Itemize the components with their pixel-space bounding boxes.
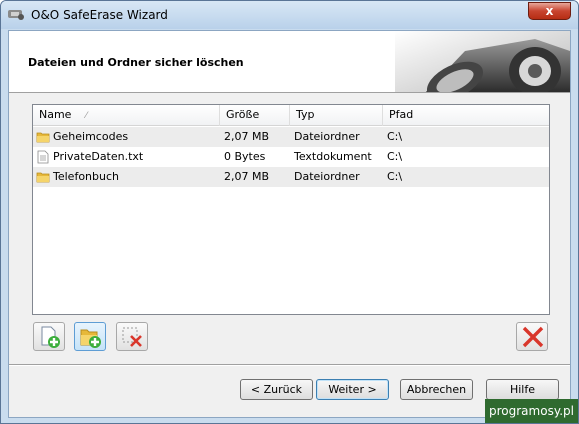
sort-arrow-icon: ⁄: [85, 111, 87, 121]
watermark-badge: programosy.pl: [485, 399, 578, 423]
wizard-body: Dateien und Ordner sicher löschen Name ⁄…: [8, 30, 571, 418]
clear-all-button[interactable]: [516, 322, 548, 351]
add-file-icon: [41, 326, 60, 348]
table-row[interactable]: PrivateDaten.txt 0 Bytes Textdokument C:…: [33, 147, 549, 167]
file-list[interactable]: Name ⁄ Größe Typ Pfad Geheimcodes 2,07 M…: [32, 104, 550, 315]
help-button[interactable]: Hilfe: [486, 379, 559, 400]
table-row[interactable]: Telefonbuch 2,07 MB Dateiordner C:\: [33, 167, 549, 187]
text-file-icon: [37, 150, 49, 164]
column-header-name[interactable]: Name ⁄: [33, 105, 220, 126]
column-header-size[interactable]: Größe: [220, 105, 290, 126]
close-button[interactable]: x: [528, 2, 571, 20]
title-bar[interactable]: O&O SafeErase Wizard x: [1, 1, 578, 29]
app-shredder-icon: [8, 10, 24, 20]
column-header-path[interactable]: Pfad: [383, 105, 549, 126]
add-folder-button[interactable]: [74, 322, 106, 351]
list-header: Name ⁄ Größe Typ Pfad: [33, 105, 549, 126]
back-button[interactable]: < Zurück: [240, 379, 313, 400]
column-header-type[interactable]: Typ: [290, 105, 383, 126]
folder-icon: [36, 132, 50, 143]
shredder-graphic-icon: [395, 31, 570, 92]
wizard-window: O&O SafeErase Wizard x Dateien und Ordne…: [0, 0, 579, 424]
divider: [9, 364, 570, 366]
remove-item-button[interactable]: [116, 322, 148, 351]
remove-item-icon: [122, 327, 142, 347]
next-button[interactable]: Weiter >: [316, 379, 389, 400]
add-file-button[interactable]: [33, 322, 65, 351]
cancel-button[interactable]: Abbrechen: [400, 379, 473, 400]
window-title: O&O SafeErase Wizard: [31, 8, 168, 22]
wizard-header: Dateien und Ordner sicher löschen: [9, 31, 570, 93]
table-row[interactable]: Geheimcodes 2,07 MB Dateiordner C:\: [33, 127, 549, 147]
page-title: Dateien und Ordner sicher löschen: [28, 56, 244, 69]
add-folder-icon: [80, 329, 101, 348]
folder-icon: [36, 172, 50, 183]
clear-all-icon: [522, 326, 544, 348]
